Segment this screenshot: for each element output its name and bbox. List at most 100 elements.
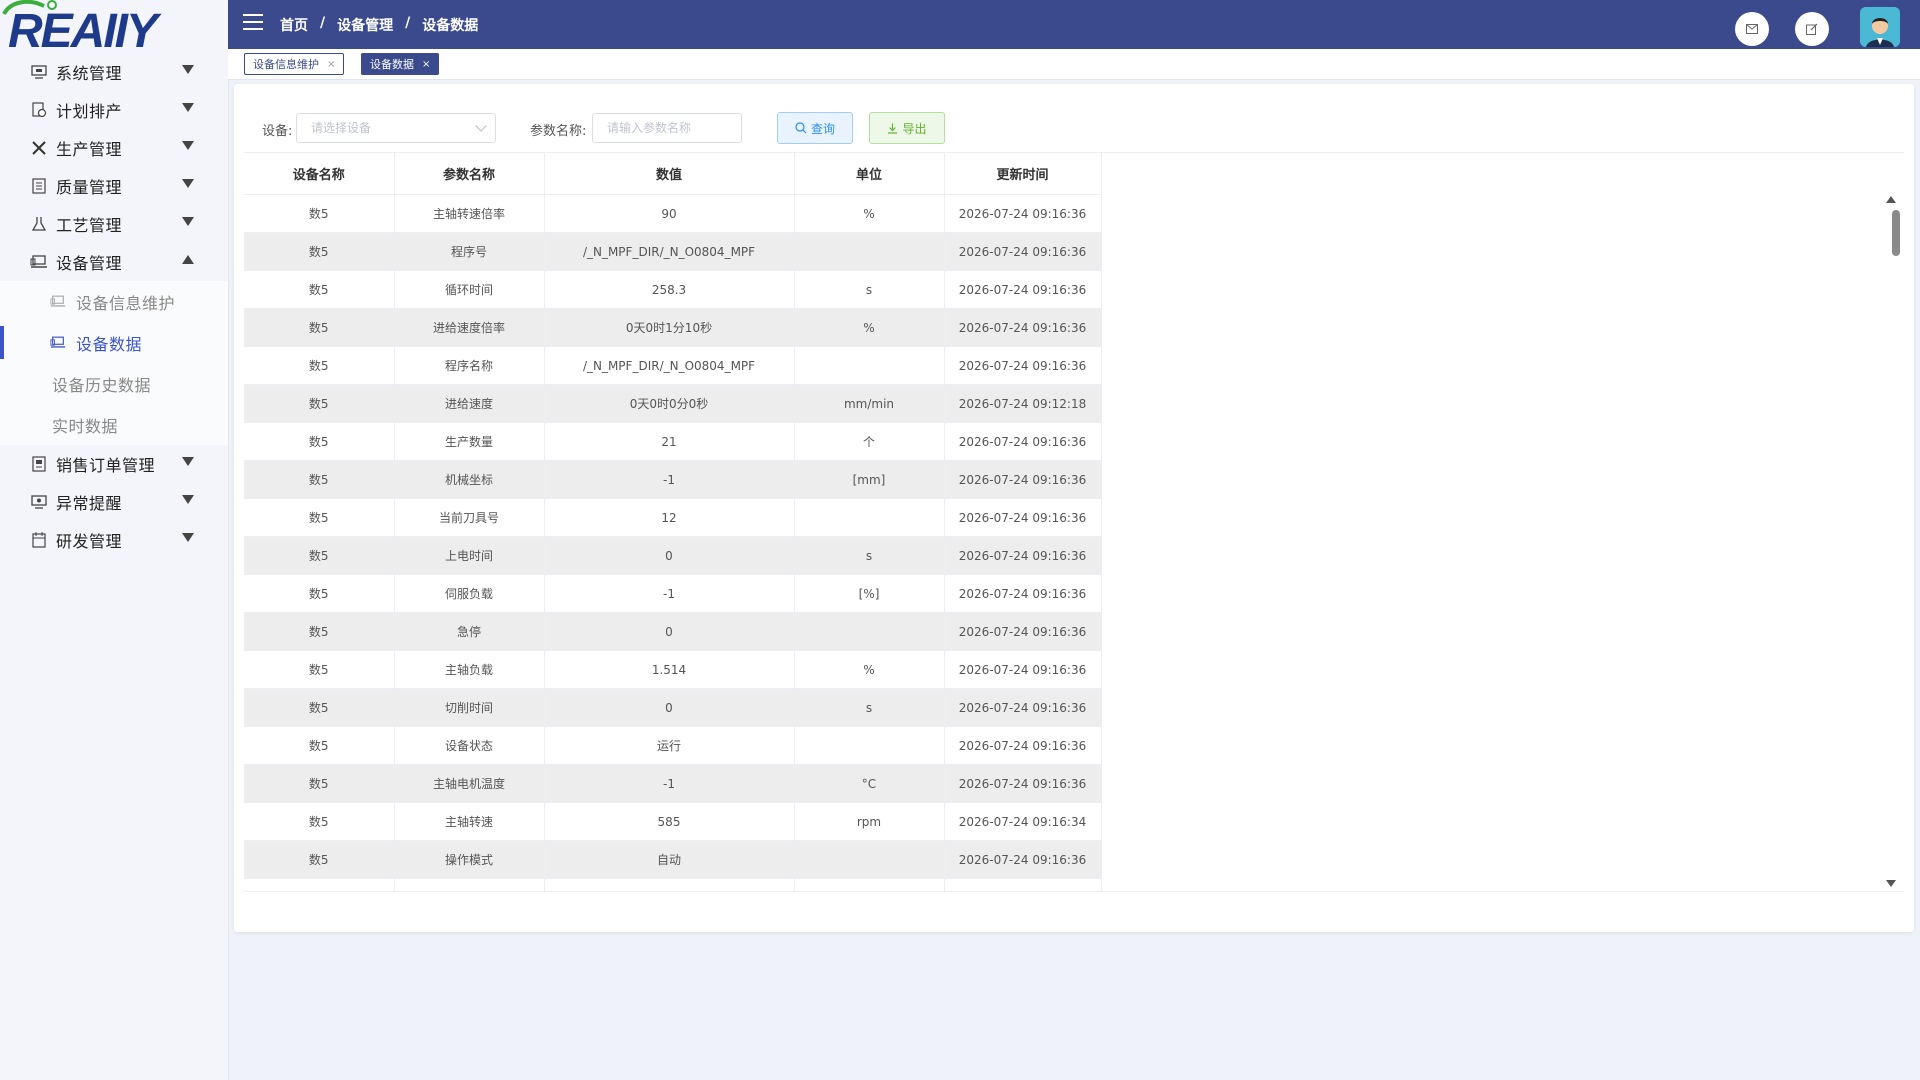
submenu-item-device-info[interactable]: 设备信息维护 — [0, 281, 228, 322]
submenu-item-realtime[interactable]: 实时数据 — [0, 404, 228, 445]
table-row[interactable]: 数5 进给速度 0天0时0分0秒 mm/min 2026-07-24 09:12:18 — [244, 384, 1102, 423]
scroll-up-arrow-icon[interactable] — [1886, 196, 1896, 203]
user-avatar[interactable] — [1860, 7, 1900, 47]
table-row[interactable]: 数5 程序名称/_N_MPF_DIR/_N_O0804_MPF 2026-07-24… — [244, 346, 1102, 385]
sidebar-item-label: 质量管理 — [56, 178, 123, 197]
table-row[interactable]: 数5 设备状态 运行 2026-07-24 09:16:36 — [244, 726, 1102, 765]
table-row[interactable]: 数5 循环时间 258.3 s 2026-07-24 09:16:36 — [244, 270, 1102, 309]
sidebar-item-alert[interactable]: 异常提醒 — [0, 483, 228, 521]
column-header-update-time[interactable]: 更新时间 — [944, 153, 1102, 195]
sidebar-item-sales-order[interactable]: 销售订单管理 — [0, 445, 228, 483]
device-submenu: 设备信息维护 设备数据 设备历史数据 实时数据 — [0, 281, 228, 445]
data-table: 设备名称 参数名称 数值 单位 更新时间 数5 主轴转速倍率 90% 2026-07-… — [244, 153, 1102, 891]
query-button[interactable]: 查询 — [777, 112, 853, 144]
cell-unit: °C — [794, 764, 945, 803]
table-row[interactable]: 数5 上电时间 0 s 2026-07-24 09:16:36 — [244, 536, 1102, 575]
scrollbar-thumb[interactable] — [1892, 210, 1900, 256]
cell-value: 0 — [544, 536, 795, 575]
download-icon — [888, 123, 898, 134]
chevron-down-icon — [182, 495, 194, 504]
cell-value: 运行 — [544, 726, 795, 765]
cell-update-time: 2026-07-24 09:16:36 — [944, 726, 1102, 765]
cell-param-name: 设备状态 — [394, 726, 545, 765]
cell-value: 258.3 — [544, 270, 795, 309]
column-header-unit[interactable]: 单位 — [794, 153, 945, 195]
table-row[interactable]: 数5 主轴电机温度 -1 °C 2026-07-24 09:16:36 — [244, 764, 1102, 803]
search-icon — [795, 122, 807, 134]
submenu-item-device-data[interactable]: 设备数据 — [0, 322, 228, 363]
top-header: 首页 / 设备管理 / 设备数据 — [228, 0, 1920, 49]
table-row[interactable]: 数5 当前刀具号 12 2026-07-24 09:16:36 — [244, 498, 1102, 537]
plan-icon — [30, 101, 48, 119]
export-button[interactable]: 导出 — [869, 112, 945, 144]
sidebar-item-device[interactable]: 设备管理 — [0, 243, 228, 281]
table-row[interactable]: 数5 生产数量 21 个 2026-07-24 09:16:36 — [244, 422, 1102, 461]
table-row[interactable]: 数5 伺服负载 -1 [%] 2026-07-24 09:16:36 — [244, 574, 1102, 613]
table-row[interactable]: 数5 机械坐标 -1 [mm] 2026-07-24 09:16:36 — [244, 460, 1102, 499]
breadcrumb-current: 设备数据 — [422, 18, 479, 34]
sidebar-item-plan[interactable]: 计划排产 — [0, 91, 228, 129]
device-icon — [50, 294, 68, 310]
column-header-value[interactable]: 数值 — [544, 153, 795, 195]
table-row[interactable]: 数5 主轴转速 585 rpm 2026-07-24 09:16:34 — [244, 802, 1102, 841]
table-row[interactable]: 数5 进给速度倍率 0天0时1分10秒% 2026-07-24 09:16:36 — [244, 308, 1102, 347]
tab-device-data[interactable]: 设备数据 × — [361, 53, 440, 75]
table-row[interactable]: 数5 程序号/_N_MPF_DIR/_N_O0804_MPF 2026-07-24 … — [244, 232, 1102, 271]
breadcrumb-device-management[interactable]: 设备管理 — [337, 15, 393, 35]
tab-device-info[interactable]: 设备信息维护 × — [244, 53, 345, 75]
sidebar-item-process[interactable]: 工艺管理 — [0, 205, 228, 243]
breadcrumb-home[interactable]: 首页 — [280, 15, 308, 35]
close-icon[interactable]: × — [327, 59, 335, 70]
close-icon[interactable]: × — [422, 59, 430, 70]
breadcrumb-separator: / — [320, 15, 326, 31]
cell-value: /_N_MPF_DIR/_N_O0804_MPF — [544, 346, 795, 385]
cell-unit — [794, 840, 945, 879]
cell-value: 21 — [544, 422, 795, 461]
sidebar-item-rnd[interactable]: 研发管理 — [0, 521, 228, 559]
table-header-row: 设备名称 参数名称 数值 单位 更新时间 — [244, 153, 1102, 195]
sidebar-item-quality[interactable]: 质量管理 — [0, 167, 228, 205]
cell-unit: rpm — [794, 802, 945, 841]
column-header-param-name[interactable]: 参数名称 — [394, 153, 545, 195]
sidebar-item-system[interactable]: 系统管理 — [0, 53, 228, 91]
edit-button[interactable] — [1795, 12, 1829, 46]
column-header-device-name[interactable]: 设备名称 — [244, 153, 395, 195]
tools-icon — [30, 139, 48, 157]
cell-value: 自动 — [544, 840, 795, 879]
table-row[interactable]: 数5当前刀套号-1 2026-07-24 09:16:36 — [244, 878, 1102, 891]
scroll-down-arrow-icon[interactable] — [1886, 880, 1896, 887]
device-select[interactable]: 请选择设备 — [296, 113, 496, 143]
cell-update-time: 2026-07-24 09:16:36 — [944, 764, 1102, 803]
cell-update-time: 2026-07-24 09:16:36 — [944, 422, 1102, 461]
cell-update-time: 2026-07-24 09:16:36 — [944, 688, 1102, 727]
alert-monitor-icon — [30, 493, 48, 511]
table-row[interactable]: 数5 主轴负载 1.514% 2026-07-24 09:16:36 — [244, 650, 1102, 689]
mail-button[interactable] — [1735, 12, 1769, 46]
data-table-container[interactable]: 设备名称 参数名称 数值 单位 更新时间 数5 主轴转速倍率 90% 2026-07-… — [244, 152, 1904, 892]
cell-param-name: 急停 — [394, 612, 545, 651]
table-row[interactable]: 数5 急停 0 2026-07-24 09:16:36 — [244, 612, 1102, 651]
cell-update-time: 2026-07-24 09:16:36 — [944, 840, 1102, 879]
cell-update-time: 2026-07-24 09:16:36 — [944, 194, 1102, 233]
table-row[interactable]: 数5 主轴转速倍率 90% 2026-07-24 09:16:36 — [244, 194, 1102, 233]
param-name-input[interactable]: 请输入参数名称 — [592, 113, 742, 143]
submenu-item-device-history[interactable]: 设备历史数据 — [0, 363, 228, 404]
table-row[interactable]: 数5 切削时间 0 s 2026-07-24 09:16:36 — [244, 688, 1102, 727]
cell-update-time: 2026-07-24 09:16:36 — [944, 650, 1102, 689]
cell-device-name: 数5 — [244, 612, 395, 651]
cell-device-name: 数5 — [244, 802, 395, 841]
menu-toggle-icon[interactable] — [243, 14, 263, 31]
cell-device-name: 数5 — [244, 308, 395, 347]
flask-icon — [30, 215, 48, 233]
cell-device-name: 数5 — [244, 688, 395, 727]
sidebar-item-label: 计划排产 — [56, 102, 123, 121]
company-logo: REAIIY — [0, 0, 228, 49]
cell-unit — [794, 346, 945, 385]
breadcrumb-separator: / — [405, 15, 411, 31]
cell-value: 90 — [544, 194, 795, 233]
cell-param-name: 主轴转速 — [394, 802, 545, 841]
table-row[interactable]: 数5 操作模式 自动 2026-07-24 09:16:36 — [244, 840, 1102, 879]
chevron-down-icon — [182, 533, 194, 542]
tab-label: 设备数据 — [370, 58, 414, 71]
sidebar-item-production[interactable]: 生产管理 — [0, 129, 228, 167]
